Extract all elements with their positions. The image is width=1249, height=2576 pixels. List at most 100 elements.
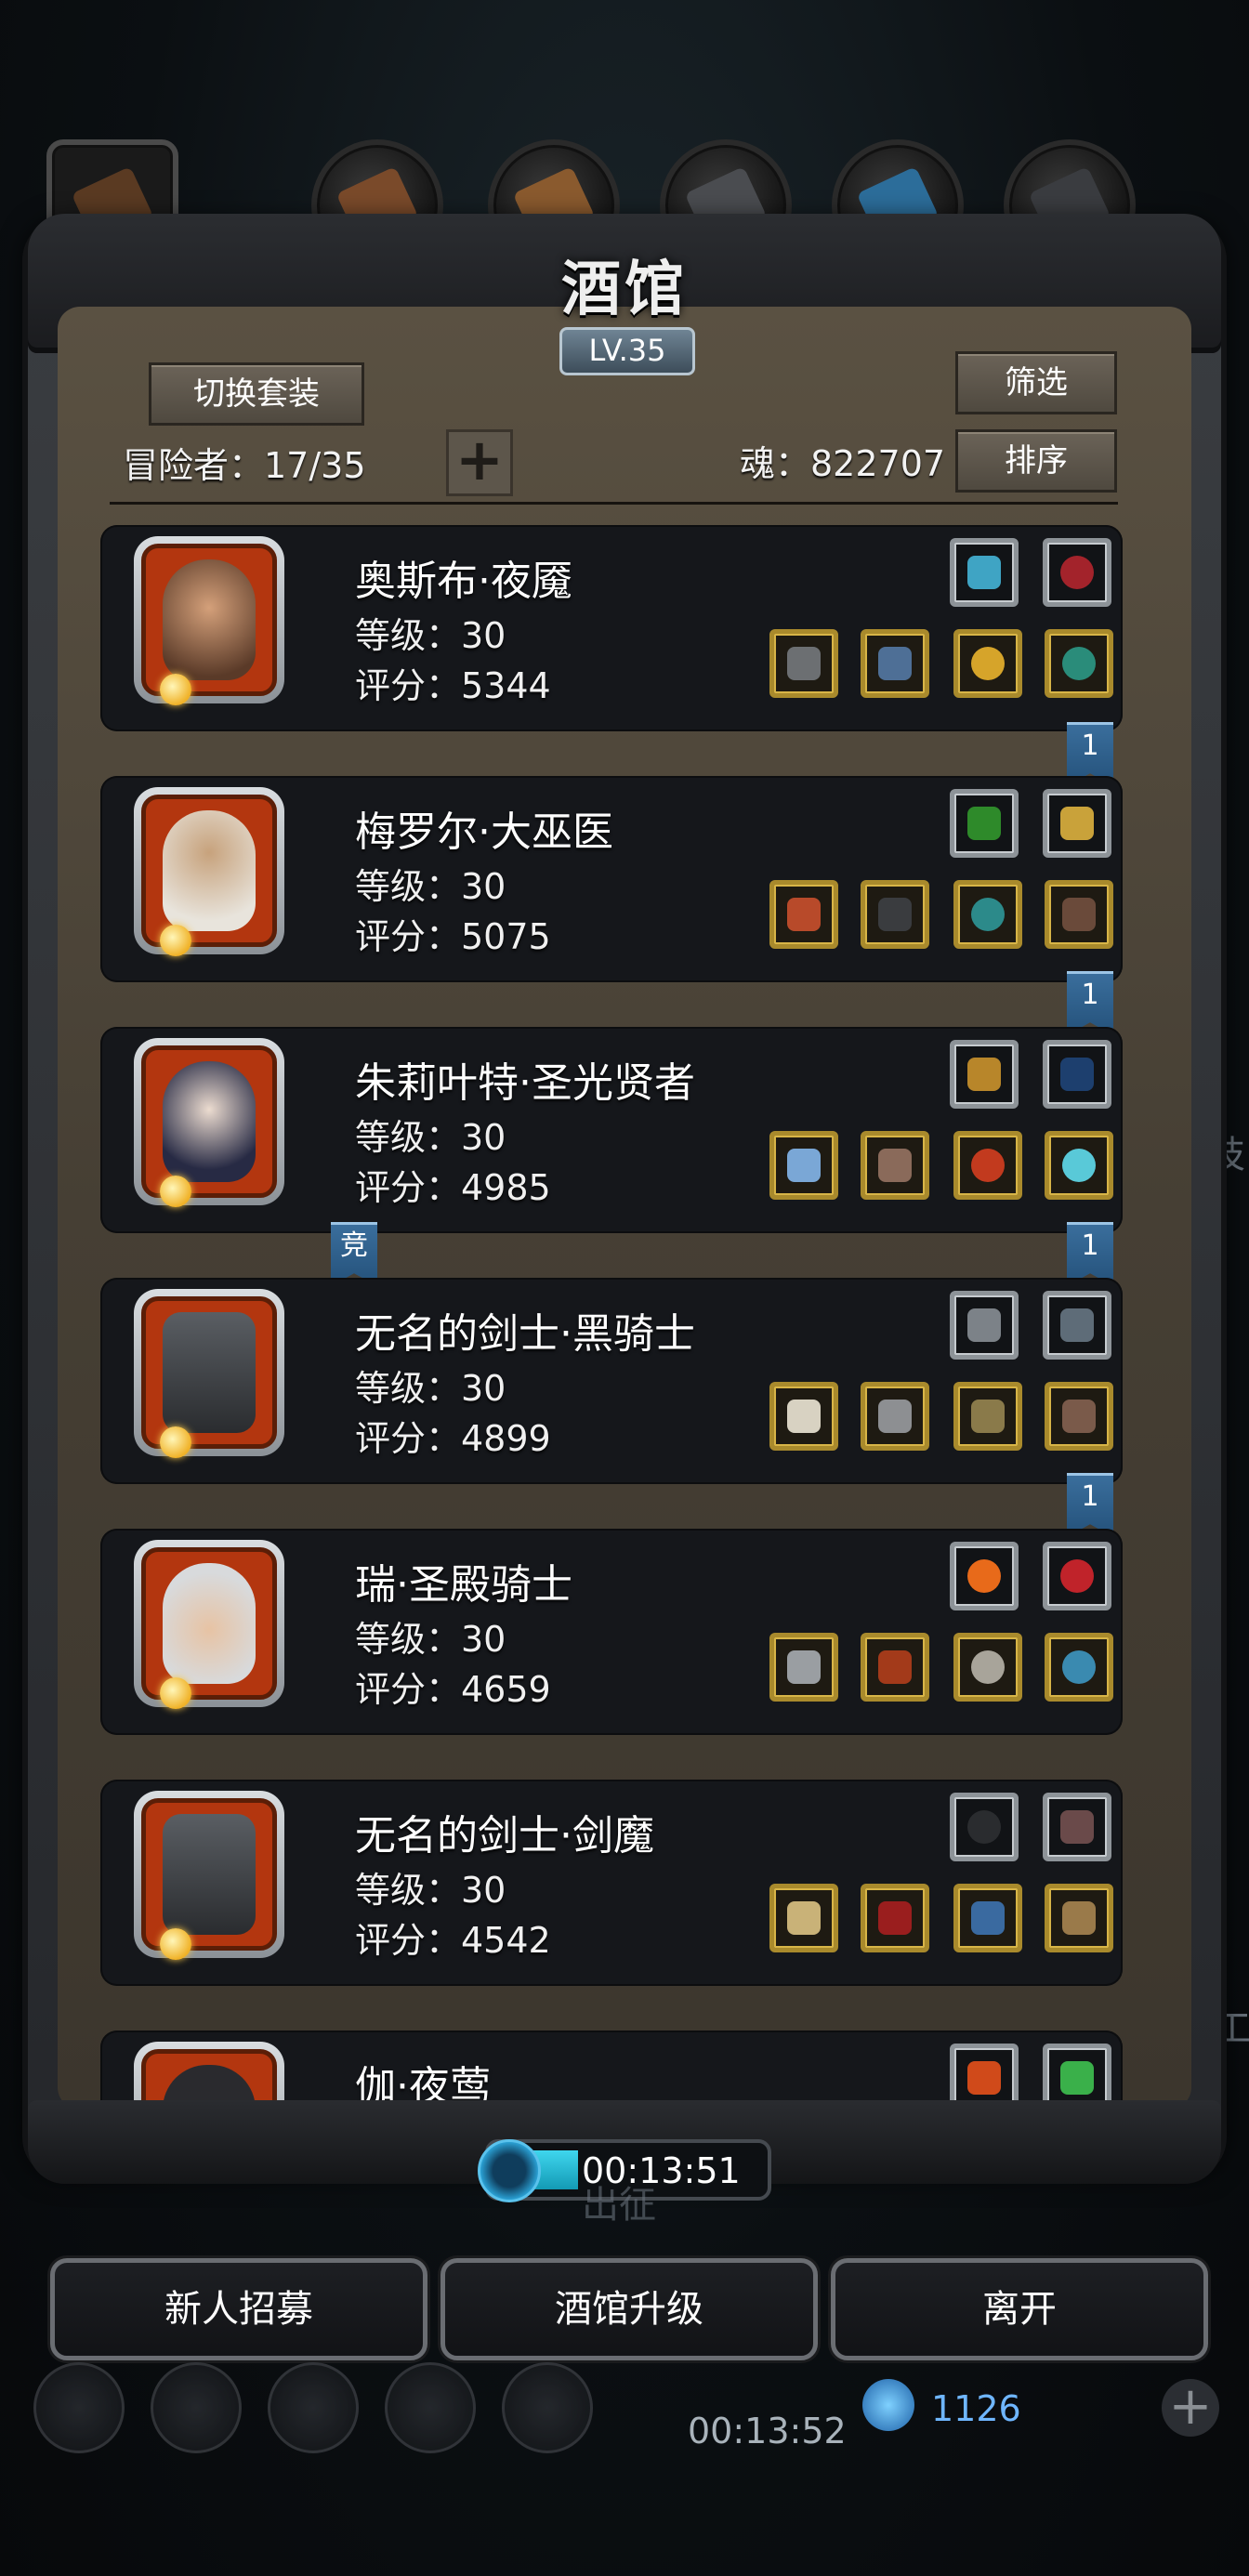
hero-name: 奥斯布·夜魇 <box>355 558 572 605</box>
moon-icon <box>160 1426 191 1458</box>
trinket-slot[interactable] <box>950 2044 1019 2105</box>
armor-slot[interactable] <box>861 629 929 698</box>
weapon-slot[interactable] <box>769 1131 838 1200</box>
add-adventurer-button[interactable]: + <box>446 429 513 496</box>
flower-icon <box>1060 556 1094 589</box>
rank-badge: 1 <box>1067 971 1113 1035</box>
hero-avatar <box>163 1814 256 1935</box>
hero-card[interactable]: 奥斯布·夜魇 等级：30 评分：5344 <box>100 525 1123 731</box>
accessory-slot[interactable] <box>953 629 1022 698</box>
ring-icon <box>971 1149 1005 1182</box>
trinket-slot[interactable] <box>1043 1542 1111 1610</box>
accessory-slot[interactable] <box>1045 1131 1113 1200</box>
armor-slot[interactable] <box>861 1884 929 1952</box>
clock-icon <box>478 2139 541 2202</box>
weapon-slot[interactable] <box>769 1633 838 1702</box>
moon-icon <box>160 1176 191 1207</box>
leave-button[interactable]: 离开 <box>831 2258 1208 2360</box>
accessory-slot[interactable] <box>953 1633 1022 1702</box>
hero-card[interactable]: 瑞·圣殿骑士 等级：30 评分：4659 <box>100 1529 1123 1735</box>
background-label: 出征 <box>582 2184 656 2227</box>
hero-avatar <box>163 1061 256 1182</box>
accessory-slot[interactable] <box>953 1884 1022 1952</box>
rune-icon <box>1060 2061 1094 2095</box>
trinket-slot[interactable] <box>950 1291 1019 1360</box>
accessory-slot[interactable] <box>953 1131 1022 1200</box>
card-icon <box>1060 1308 1094 1342</box>
hero-portrait <box>134 1038 284 1205</box>
guild-icon[interactable] <box>268 2362 359 2453</box>
achievement-icon[interactable] <box>151 2362 242 2453</box>
trinket-slot[interactable] <box>950 538 1019 607</box>
weapon-slot[interactable] <box>769 880 838 949</box>
gauntlet-icon <box>1062 898 1096 931</box>
fire-orb-icon <box>967 1559 1001 1593</box>
page-title: 酒馆 <box>561 255 688 324</box>
hero-list[interactable]: 奥斯布·夜魇 等级：30 评分：5344 1 梅罗尔·大巫医 等级：30 评分：… <box>58 506 1191 2105</box>
book-icon <box>967 807 1001 840</box>
hero-level: 等级：30 <box>355 1870 506 1911</box>
weapon-slot[interactable] <box>769 629 838 698</box>
trinket-slot[interactable] <box>950 789 1019 858</box>
add-gem-button[interactable]: + <box>1162 2379 1219 2437</box>
hero-name: 伽·夜莺 <box>355 2063 491 2105</box>
filter-button[interactable]: 筛选 <box>955 351 1117 414</box>
accessory-slot[interactable] <box>953 1382 1022 1451</box>
sort-button[interactable]: 排序 <box>955 429 1117 493</box>
accessory-slot[interactable] <box>1045 880 1113 949</box>
scroll-icon <box>971 1400 1005 1433</box>
trinket-slot[interactable] <box>950 1542 1019 1610</box>
hero-card[interactable]: 无名的剑士·剑魔 等级：30 评分：4542 <box>100 1780 1123 1986</box>
trinket-slot[interactable] <box>1043 789 1111 858</box>
hero-name: 梅罗尔·大巫医 <box>355 808 613 856</box>
trinket-slot[interactable] <box>1043 1291 1111 1360</box>
armor-slot[interactable] <box>861 1633 929 1702</box>
trinket-slot[interactable] <box>1043 1793 1111 1861</box>
hero-portrait <box>134 1540 284 1707</box>
upgrade-tavern-button[interactable]: 酒馆升级 <box>440 2258 818 2360</box>
armor-slot[interactable] <box>861 880 929 949</box>
amulet-icon <box>1062 1149 1096 1182</box>
hero-card[interactable]: 朱莉叶特·圣光贤者 等级：30 评分：4985 <box>100 1027 1123 1233</box>
weapon-slot[interactable] <box>769 1884 838 1952</box>
accessory-slot[interactable] <box>953 880 1022 949</box>
map-icon[interactable] <box>502 2362 593 2453</box>
hero-name: 无名的剑士·黑骑士 <box>355 1310 695 1358</box>
rank-badge: 1 <box>1067 1222 1113 1286</box>
hero-avatar <box>163 559 256 680</box>
hero-avatar <box>163 2065 256 2105</box>
trinket-slot[interactable] <box>950 1793 1019 1861</box>
trinket-slot[interactable] <box>1043 1040 1111 1109</box>
mail-icon[interactable] <box>385 2362 476 2453</box>
rank-badge: 1 <box>1067 1473 1113 1537</box>
weapon-slot[interactable] <box>769 1382 838 1451</box>
hero-name: 无名的剑士·剑魔 <box>355 1812 654 1860</box>
hero-level: 等级：30 <box>355 1619 506 1660</box>
trinket-slot[interactable] <box>1043 538 1111 607</box>
settings-icon[interactable] <box>33 2362 125 2453</box>
recruit-button[interactable]: 新人招募 <box>50 2258 427 2360</box>
hero-portrait <box>134 536 284 703</box>
accessory-slot[interactable] <box>1045 629 1113 698</box>
accessory-slot[interactable] <box>1045 1382 1113 1451</box>
hero-card[interactable]: 伽·夜莺 <box>100 2031 1123 2105</box>
hero-card[interactable]: 梅罗尔·大巫医 等级：30 评分：5075 <box>100 776 1123 982</box>
armor-slot[interactable] <box>861 1382 929 1451</box>
switch-outfit-button[interactable]: 切换套装 <box>149 362 364 426</box>
scepter-icon <box>967 556 1001 589</box>
gem-icon <box>862 2379 914 2431</box>
chestplate-icon <box>878 1650 912 1684</box>
whip-icon <box>1060 1058 1094 1091</box>
chestplate-icon <box>878 1149 912 1182</box>
hero-card[interactable]: 无名的剑士·黑骑士 等级：30 评分：4899 <box>100 1278 1123 1484</box>
trinket-slot[interactable] <box>1043 2044 1111 2105</box>
trinket-slot[interactable] <box>950 1040 1019 1109</box>
hero-portrait <box>134 1289 284 1456</box>
moon-icon <box>160 1928 191 1960</box>
accessory-slot[interactable] <box>1045 1884 1113 1952</box>
adventurer-count: 冒险者：17/35 <box>123 445 366 486</box>
chestplate-icon <box>878 1400 912 1433</box>
armor-slot[interactable] <box>861 1131 929 1200</box>
accessory-slot[interactable] <box>1045 1633 1113 1702</box>
hero-score: 评分：4985 <box>355 1167 551 1208</box>
